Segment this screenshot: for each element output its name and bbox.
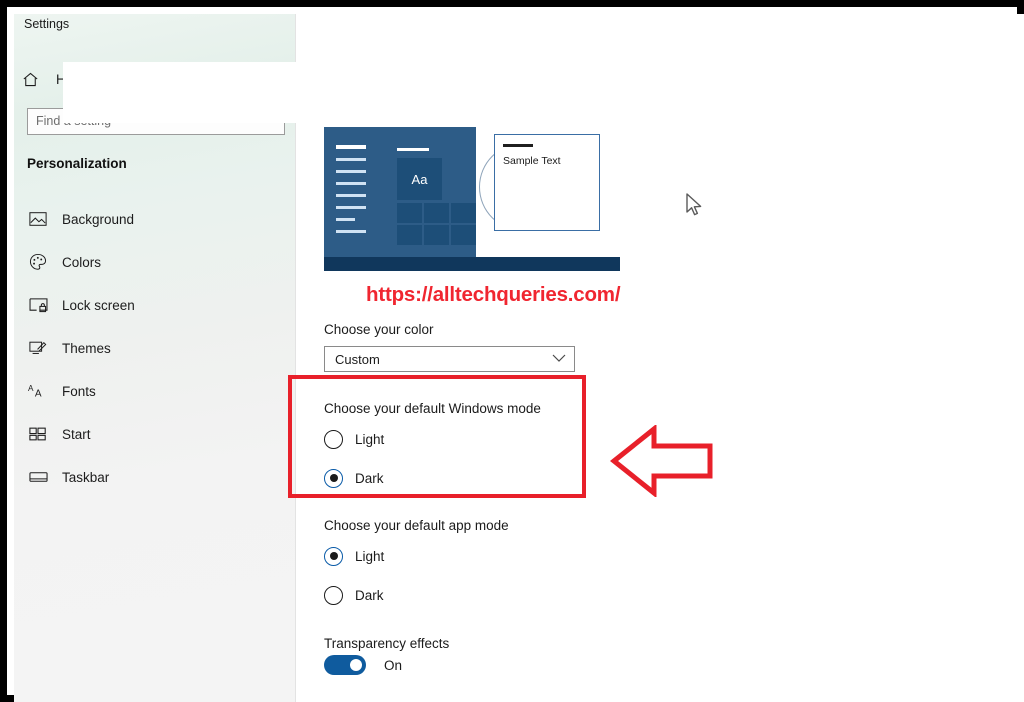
color-select-dropdown[interactable]: Custom: [324, 346, 575, 372]
sidebar-item-colors-label: Colors: [62, 254, 102, 270]
app-mode-label: Choose your default app mode: [324, 518, 509, 533]
preview-nav-bars: [336, 145, 370, 245]
sidebar-item-start-label: Start: [62, 426, 91, 442]
sidebar-item-taskbar-label: Taskbar: [62, 469, 110, 485]
radio-app-mode-light[interactable]: Light: [324, 545, 384, 567]
sidebar-item-themes[interactable]: Themes: [24, 333, 286, 363]
themes-icon: [28, 338, 48, 358]
preview-aa-tile: Aa: [397, 158, 442, 200]
windows-mode-label: Choose your default Windows mode: [324, 401, 541, 416]
radio-windows-mode-dark-label: Dark: [355, 470, 384, 486]
svg-text:A: A: [35, 388, 42, 399]
preview-sample-text: Sample Text: [503, 155, 561, 167]
color-select-value: Custom: [335, 351, 380, 367]
sidebar-item-background-label: Background: [62, 211, 135, 227]
radio-windows-mode-light[interactable]: Light: [324, 428, 384, 450]
taskbar-icon: [28, 467, 48, 487]
sidebar-item-fonts[interactable]: A A Fonts: [24, 376, 286, 406]
transparency-toggle-switch[interactable]: [324, 655, 366, 675]
radio-app-mode-dark[interactable]: Dark: [324, 584, 384, 606]
radio-button-selected-icon: [324, 468, 343, 488]
palette-icon: [28, 252, 48, 272]
choose-color-label: Choose your color: [324, 322, 434, 337]
toggle-knob: [350, 659, 362, 671]
sidebar-item-themes-label: Themes: [62, 340, 111, 356]
window-title: Settings: [24, 17, 70, 31]
left-arrow-annotation: [609, 423, 714, 499]
sidebar-item-lock-screen-label: Lock screen: [62, 297, 135, 313]
screenshot-frame: Settings Home Find a setting Personaliza…: [0, 0, 1024, 702]
sidebar-item-start[interactable]: Start: [24, 419, 286, 449]
white-occlusion-overlay: [63, 62, 403, 123]
transparency-toggle-state: On: [384, 657, 403, 673]
preview-taskbar: [324, 257, 620, 271]
radio-app-mode-light-label: Light: [355, 548, 385, 564]
start-icon: [28, 424, 48, 444]
sidebar-item-background[interactable]: Background: [24, 204, 286, 234]
radio-button-selected-icon: [324, 546, 343, 566]
chevron-down-icon: [552, 350, 566, 368]
sidebar-item-colors[interactable]: Colors: [24, 247, 286, 277]
transparency-toggle-row[interactable]: On: [324, 655, 402, 675]
radio-button-icon: [324, 429, 343, 449]
transparency-effects-label: Transparency effects: [324, 636, 450, 651]
radio-app-mode-dark-label: Dark: [355, 587, 384, 603]
mouse-pointer: [685, 193, 705, 219]
preview-tile-grid: [397, 203, 476, 245]
settings-window: Settings Home Find a setting Personaliza…: [14, 14, 1024, 702]
lock-screen-icon: [28, 295, 48, 315]
image-icon: [28, 209, 48, 229]
settings-content-pane: Aa ALL TECH QUERIES Sample Text: [296, 14, 1024, 702]
sidebar-item-lock-screen[interactable]: Lock screen: [24, 290, 286, 320]
sidebar-item-fonts-label: Fonts: [62, 383, 96, 399]
sidebar-category-title: Personalization: [27, 156, 127, 171]
preview-secondary-tile: [444, 158, 476, 200]
preview-tile-heading-bar: [397, 148, 429, 151]
radio-button-icon: [324, 585, 343, 605]
url-watermark: https://alltechqueries.com/: [366, 283, 621, 306]
theme-preview: Aa ALL TECH QUERIES Sample Text: [324, 121, 620, 277]
preview-sample-window-titlebar: [503, 144, 533, 147]
preview-desktop: Aa ALL TECH QUERIES Sample Text: [324, 121, 620, 264]
svg-text:A: A: [28, 384, 34, 393]
preview-sample-window: Sample Text: [494, 134, 600, 231]
fonts-icon: A A: [28, 381, 48, 401]
radio-windows-mode-light-label: Light: [355, 431, 385, 447]
home-icon: [21, 70, 40, 89]
sidebar-item-taskbar[interactable]: Taskbar: [24, 462, 286, 492]
radio-windows-mode-dark[interactable]: Dark: [324, 467, 384, 489]
